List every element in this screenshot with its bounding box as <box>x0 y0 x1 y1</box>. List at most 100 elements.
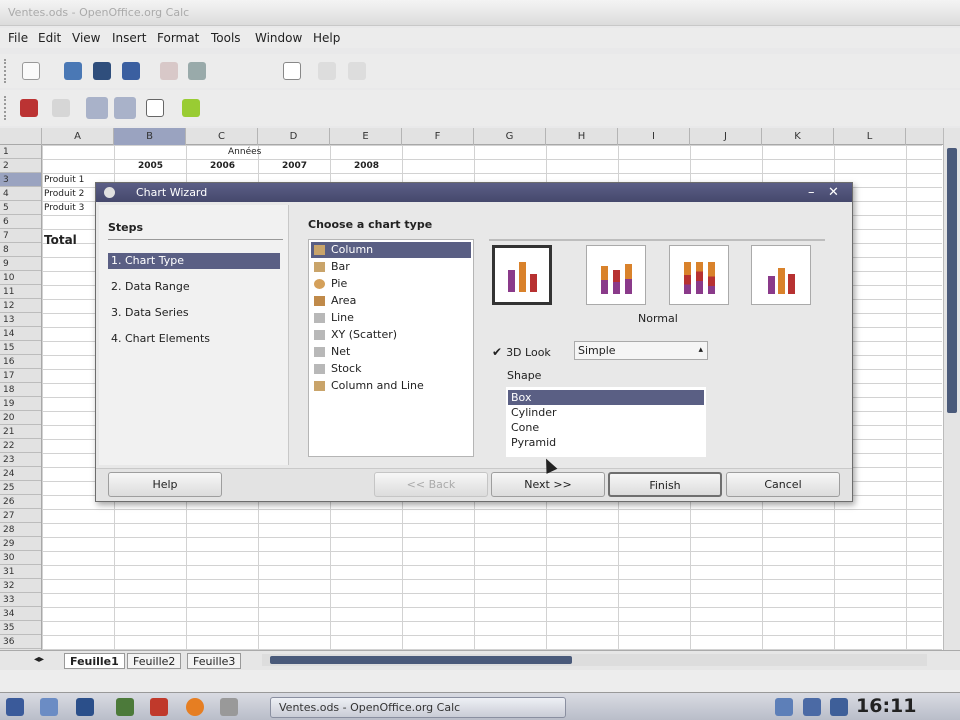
cell-produit-3[interactable]: Produit 3 <box>44 203 84 213</box>
cell-2008[interactable]: 2008 <box>354 161 379 171</box>
cancel-button[interactable]: Cancel <box>726 472 840 497</box>
cell-annees[interactable]: Années <box>228 147 261 157</box>
row-header[interactable]: 6 <box>0 215 41 229</box>
chart-type-list[interactable]: Column Bar Pie Area Line XY (Scatter) Ne… <box>308 239 474 457</box>
cell-total[interactable]: Total <box>44 233 77 247</box>
chart-type-line[interactable]: Line <box>311 310 471 326</box>
new-document-icon[interactable] <box>22 62 40 80</box>
row-header[interactable]: 21 <box>0 425 41 439</box>
row-header[interactable]: 23 <box>0 453 41 467</box>
chart-type-bar[interactable]: Bar <box>311 259 471 275</box>
save-icon[interactable] <box>93 62 111 80</box>
menu-insert[interactable]: Insert <box>112 31 146 45</box>
finish-button[interactable]: Finish <box>608 472 722 497</box>
row-header[interactable]: 33 <box>0 593 41 607</box>
close-icon[interactable]: ✕ <box>828 183 839 202</box>
row-header[interactable]: 36 <box>0 635 41 649</box>
row-header[interactable]: 15 <box>0 341 41 355</box>
variant-normal[interactable] <box>492 245 552 305</box>
cell-2005[interactable]: 2005 <box>138 161 163 171</box>
chart-icon[interactable] <box>182 99 200 117</box>
row-header[interactable]: 20 <box>0 411 41 425</box>
row-header[interactable]: 13 <box>0 313 41 327</box>
row-header[interactable]: 34 <box>0 607 41 621</box>
row-header[interactable]: 3 <box>0 173 41 187</box>
column-header[interactable]: C <box>186 128 258 145</box>
column-header[interactable]: D <box>258 128 330 145</box>
file-manager-icon[interactable] <box>116 698 134 716</box>
align-left-icon[interactable] <box>86 97 108 119</box>
open-icon[interactable] <box>64 62 82 80</box>
show-desktop-icon[interactable] <box>40 698 58 716</box>
chart-type-xy-scatter[interactable]: XY (Scatter) <box>311 327 471 343</box>
minimize-icon[interactable]: – <box>808 183 815 202</box>
row-header[interactable]: 17 <box>0 369 41 383</box>
menu-file[interactable]: File <box>8 31 28 45</box>
shape-cone[interactable]: Cone <box>508 420 704 435</box>
vertical-scroll-thumb[interactable] <box>947 148 957 413</box>
checkbox-3d-look[interactable]: ✔ 3D Look <box>492 345 551 359</box>
row-header[interactable]: 7 <box>0 229 41 243</box>
step-chart-elements[interactable]: 4. Chart Elements <box>108 331 280 347</box>
column-header[interactable]: K <box>762 128 834 145</box>
shape-cylinder[interactable]: Cylinder <box>508 405 704 420</box>
row-header[interactable]: 26 <box>0 495 41 509</box>
row-header[interactable]: 29 <box>0 537 41 551</box>
vertical-scrollbar[interactable] <box>943 128 960 650</box>
back-button[interactable]: << Back <box>374 472 488 497</box>
firefox-icon[interactable] <box>186 698 204 716</box>
sheet-tab-feuille2[interactable]: Feuille2 <box>127 653 182 669</box>
row-header[interactable]: 22 <box>0 439 41 453</box>
variant-stacked[interactable] <box>586 245 646 305</box>
horizontal-scroll-thumb[interactable] <box>270 656 572 664</box>
export-pdf-icon[interactable] <box>188 62 206 80</box>
step-data-range[interactable]: 2. Data Range <box>108 279 280 295</box>
cell-2006[interactable]: 2006 <box>210 161 235 171</box>
row-header[interactable]: 31 <box>0 565 41 579</box>
horizontal-scrollbar[interactable] <box>262 654 927 666</box>
display-icon[interactable] <box>803 698 821 716</box>
menu-window[interactable]: Window <box>255 31 302 45</box>
row-header[interactable]: 14 <box>0 327 41 341</box>
menu-edit[interactable]: Edit <box>38 31 61 45</box>
help-button[interactable]: Help <box>108 472 222 497</box>
chart-type-net[interactable]: Net <box>311 344 471 360</box>
chart-type-stock[interactable]: Stock <box>311 361 471 377</box>
menu-help[interactable]: Help <box>313 31 340 45</box>
menu-format[interactable]: Format <box>157 31 199 45</box>
edit-file-icon[interactable] <box>160 62 178 80</box>
chart-type-column[interactable]: Column <box>311 242 471 258</box>
menu-tools[interactable]: Tools <box>211 31 241 45</box>
shape-pyramid[interactable]: Pyramid <box>508 435 704 450</box>
column-header[interactable]: E <box>330 128 402 145</box>
chart-type-pie[interactable]: Pie <box>311 276 471 292</box>
menu-view[interactable]: View <box>72 31 100 45</box>
row-header[interactable]: 16 <box>0 355 41 369</box>
redo-icon[interactable] <box>348 62 366 80</box>
row-header[interactable]: 19 <box>0 397 41 411</box>
row-header[interactable]: 10 <box>0 271 41 285</box>
chart-type-area[interactable]: Area <box>311 293 471 309</box>
navigator-icon[interactable] <box>20 99 38 117</box>
toolbar-grip[interactable] <box>4 96 7 120</box>
taskbar-calc-task[interactable]: Ventes.ods - OpenOffice.org Calc <box>270 697 566 718</box>
cell-produit-2[interactable]: Produit 2 <box>44 189 84 199</box>
sheet-tab-feuille1[interactable]: Feuille1 <box>64 653 125 669</box>
next-button[interactable]: Next >> <box>491 472 605 497</box>
row-header[interactable]: 24 <box>0 467 41 481</box>
row-header[interactable]: 11 <box>0 285 41 299</box>
shape-box[interactable]: Box <box>508 390 704 405</box>
terminal-icon[interactable] <box>76 698 94 716</box>
column-header[interactable]: H <box>546 128 618 145</box>
row-header[interactable]: 2 <box>0 159 41 173</box>
cell-2007[interactable]: 2007 <box>282 161 307 171</box>
variant-deep[interactable] <box>751 245 811 305</box>
row-header[interactable]: 8 <box>0 243 41 257</box>
row-header[interactable]: 5 <box>0 201 41 215</box>
network-icon[interactable] <box>775 698 793 716</box>
dialog-titlebar[interactable]: Chart Wizard – ✕ <box>96 183 852 202</box>
toolbar-grip[interactable] <box>4 59 7 83</box>
row-header[interactable]: 35 <box>0 621 41 635</box>
cell-produit-1[interactable]: Produit 1 <box>44 175 84 185</box>
row-header[interactable]: 18 <box>0 383 41 397</box>
